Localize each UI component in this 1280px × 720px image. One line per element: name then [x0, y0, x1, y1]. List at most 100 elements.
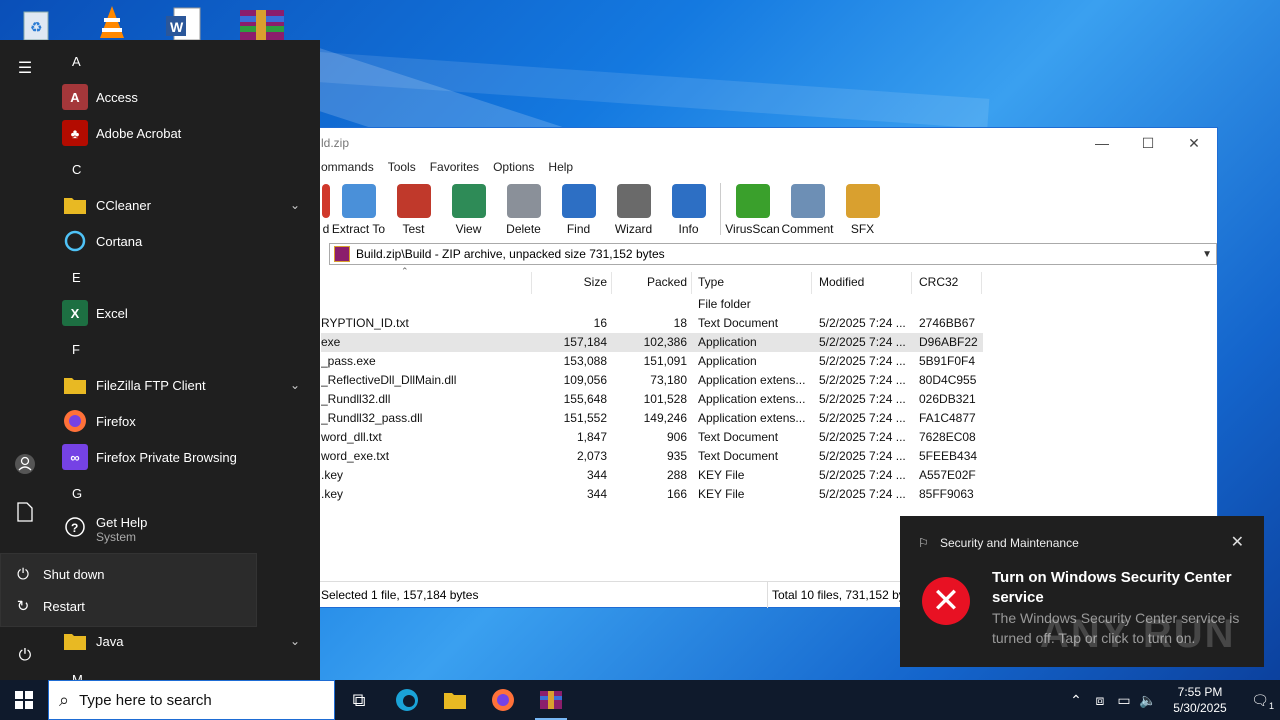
start-app-excel[interactable]: X Excel	[62, 295, 310, 331]
cell-modified: 5/2/2025 7:24 ...	[819, 411, 906, 425]
power-icon[interactable]: ⏻	[13, 644, 37, 668]
table-row[interactable]: word_exe.txt 2,073 935 Text Document 5/2/202…	[321, 447, 1217, 466]
toolbar-delete-button[interactable]: Delete	[496, 180, 551, 238]
app-name: Java	[96, 633, 124, 649]
cell-modified: 5/2/2025 7:24 ...	[819, 335, 906, 349]
start-app-java[interactable]: Java ⌄	[62, 623, 310, 659]
toolbar-sfx-button[interactable]: SFX	[835, 180, 890, 238]
toolbar-wizard-button[interactable]: Wizard	[606, 180, 661, 238]
restart-button[interactable]: ↻ Restart	[1, 590, 256, 622]
task-view-icon[interactable]: ⧉	[335, 680, 383, 720]
toolbar-label: View	[455, 222, 482, 236]
cell-packed: 18	[673, 316, 687, 330]
start-app-adobe-acrobat[interactable]: ♣ Adobe Acrobat	[62, 115, 310, 151]
address-bar[interactable]: Build.zip\Build - ZIP archive, unpacked …	[329, 243, 1217, 265]
word-icon[interactable]: W	[162, 4, 206, 41]
toolbar-comment-button[interactable]: Comment	[780, 180, 835, 238]
column-header-packed[interactable]: Packed	[611, 271, 687, 293]
winrar-taskbar-icon[interactable]	[527, 680, 575, 720]
minimize-button[interactable]: —	[1079, 128, 1125, 158]
network-icon[interactable]: ▭	[1112, 692, 1136, 709]
search-box[interactable]: ⌕ Type here to search	[48, 680, 335, 720]
app-name: FileZilla FTP Client	[96, 377, 206, 393]
column-divider	[981, 272, 982, 294]
column-header-modified[interactable]: Modified	[819, 271, 909, 293]
start-app-cortana[interactable]: Cortana	[62, 223, 310, 259]
edge-icon[interactable]	[383, 680, 431, 720]
cell-modified: 5/2/2025 7:24 ...	[819, 354, 906, 368]
user-account-icon[interactable]	[13, 452, 37, 476]
table-row[interactable]: _Rundll32_pass.dll 151,552 149,246 Applicat…	[321, 409, 1217, 428]
menu-commands[interactable]: ommands	[321, 158, 374, 176]
comment-icon	[790, 184, 825, 218]
start-app-firefox-private-browsing[interactable]: ∞ Firefox Private Browsing	[62, 439, 310, 475]
menu-tools[interactable]: Tools	[388, 158, 416, 176]
menu-options[interactable]: Options	[493, 158, 534, 176]
start-app-get-help[interactable]: ? Get Help System	[62, 511, 310, 547]
winrar-icon[interactable]	[238, 4, 284, 40]
start-button[interactable]	[0, 680, 48, 720]
menu-favorites[interactable]: Favorites	[430, 158, 479, 176]
column-header-size[interactable]: Size	[531, 271, 607, 293]
toolbar-test-button[interactable]: Test	[386, 180, 441, 238]
table-row[interactable]: exe 157,184 102,386 Application 5/2/2025 7:2…	[321, 333, 983, 352]
toolbar-extract-to-button[interactable]: Extract To	[331, 180, 386, 238]
table-row[interactable]: .key 344 166 KEY File 5/2/2025 7:24 ... 85FF9…	[321, 485, 1217, 504]
start-app-access[interactable]: A Access	[62, 79, 310, 115]
cell-type: Text Document	[698, 316, 779, 330]
close-icon[interactable]: ✕	[1231, 532, 1244, 552]
toolbar-find-button[interactable]: Find	[551, 180, 606, 238]
firefox-icon[interactable]	[479, 680, 527, 720]
volume-icon[interactable]: 🔈	[1136, 692, 1160, 709]
group-letter[interactable]: E	[72, 270, 81, 285]
start-app-ccleaner[interactable]: CCleaner ⌄	[62, 187, 310, 223]
date: 5/30/2025	[1173, 701, 1227, 715]
table-row[interactable]: .key 344 288 KEY File 5/2/2025 7:24 ... A557E…	[321, 466, 1217, 485]
group-letter[interactable]: C	[72, 162, 81, 177]
maximize-button[interactable]: ☐	[1125, 128, 1171, 158]
hamburger-menu-icon[interactable]: ☰	[13, 56, 37, 80]
group-letter[interactable]: G	[72, 486, 82, 501]
table-row[interactable]: _Rundll32.dll 155,648 101,528 Application e…	[321, 390, 1217, 409]
toolbar-info-button[interactable]: Info	[661, 180, 716, 238]
start-menu: ☰ ⏻ A A Access ♣ Adobe Acrobat C CCleaner ⌄ Cort…	[0, 40, 320, 687]
table-row[interactable]: _pass.exe 153,088 151,091 Application 5/2/20…	[321, 352, 1217, 371]
group-letter[interactable]: F	[72, 342, 80, 357]
recycle-bin-icon[interactable]: ♻	[14, 4, 58, 41]
clock[interactable]: 7:55 PM 5/30/2025	[1160, 684, 1240, 716]
chevron-down-icon[interactable]: ▼	[1202, 249, 1212, 260]
start-app-firefox[interactable]: Firefox	[62, 403, 310, 439]
vlc-icon[interactable]	[90, 4, 134, 40]
table-row[interactable]: File folder	[321, 295, 1217, 314]
start-app-filezilla-ftp-client[interactable]: FileZilla FTP Client ⌄	[62, 367, 310, 403]
chevron-up-icon[interactable]: ⌃	[1064, 692, 1088, 709]
cell-packed: 101,528	[643, 392, 687, 406]
menu-help[interactable]: Help	[548, 158, 573, 176]
cell-crc: FA1C4877	[919, 411, 976, 425]
chevron-down-icon[interactable]: ⌄	[290, 198, 300, 212]
documents-icon[interactable]	[13, 500, 37, 524]
chevron-down-icon[interactable]: ⌄	[290, 634, 300, 648]
group-letter[interactable]: A	[72, 54, 81, 69]
search-placeholder: Type here to search	[79, 691, 212, 709]
notifications-icon[interactable]: 🗨 1	[1240, 692, 1280, 711]
table-row[interactable]: RYPTION_ID.txt 16 18 Text Document 5/2/2025 …	[321, 314, 1217, 333]
toolbar-add-button[interactable]: d	[321, 180, 331, 238]
usb-icon[interactable]: ⧈	[1088, 692, 1112, 709]
chevron-down-icon[interactable]: ⌄	[290, 378, 300, 392]
shut-down-button[interactable]: ⏻ Shut down	[1, 558, 256, 590]
column-divider	[911, 272, 912, 294]
cell-type: Application extens...	[698, 411, 806, 425]
toolbar-view-button[interactable]: View	[441, 180, 496, 238]
toolbar-virusscan-button[interactable]: VirusScan	[725, 180, 780, 238]
close-button[interactable]: ✕	[1171, 128, 1217, 158]
view-icon	[451, 184, 486, 218]
column-header-type[interactable]: Type	[698, 271, 808, 293]
column-header-crc32[interactable]: CRC32	[919, 271, 979, 293]
table-row[interactable]: word_dll.txt 1,847 906 Text Document 5/2/202…	[321, 428, 1217, 447]
cell-type: Application	[698, 354, 757, 368]
file-explorer-icon[interactable]	[431, 680, 479, 720]
table-row[interactable]: _ReflectiveDll_DllMain.dll 109,056 73,180 A…	[321, 371, 1217, 390]
app-name: CCleaner	[96, 197, 151, 213]
cell-size: 344	[586, 468, 607, 482]
